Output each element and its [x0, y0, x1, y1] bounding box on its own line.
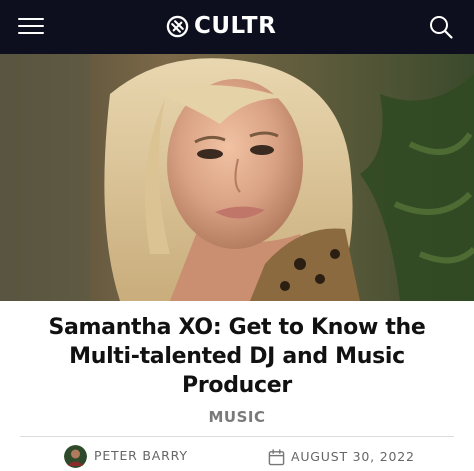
author-name: PETER BARRY [94, 448, 188, 463]
author-avatar [64, 444, 87, 468]
hero-photo [0, 54, 474, 301]
cultr-logo-icon [166, 15, 189, 37]
publish-date: AUGUST 30, 2022 [268, 446, 415, 468]
site-logo[interactable]: CULTR [166, 10, 276, 42]
publish-date-text: AUGUST 30, 2022 [291, 449, 415, 464]
author-byline[interactable]: PETER BARRY [64, 444, 188, 468]
category-tag[interactable]: MUSIC [0, 406, 474, 428]
search-icon[interactable] [428, 14, 454, 40]
article-title[interactable]: Samantha XO: Get to Know the Multi-talen… [14, 313, 460, 400]
brand-name: CULTR [194, 13, 277, 39]
hamburger-menu-icon[interactable] [18, 15, 44, 37]
divider [20, 436, 454, 437]
calendar-icon [268, 448, 285, 465]
top-navigation-bar: CULTR [0, 0, 474, 54]
hero-image[interactable] [0, 54, 474, 301]
